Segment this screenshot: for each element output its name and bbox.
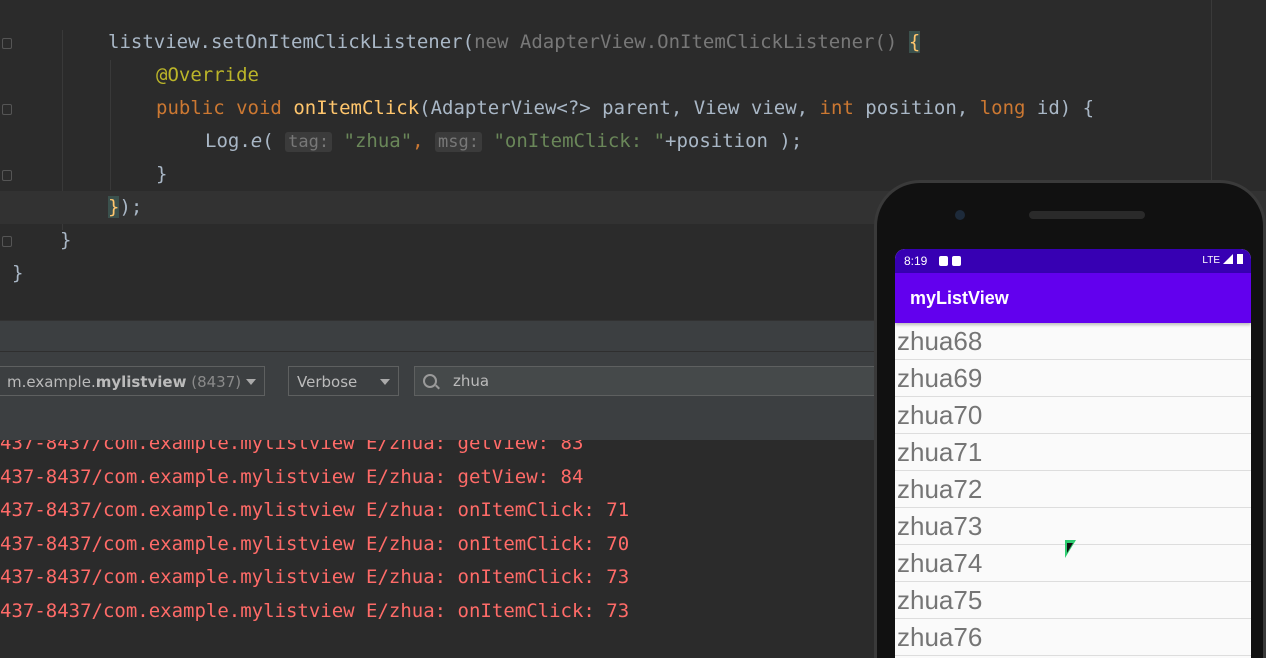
code-line: public void onItemClick(AdapterView<?> p… xyxy=(156,97,1095,119)
status-time: 8:19 xyxy=(904,254,928,268)
fold-marker-icon[interactable] xyxy=(2,38,12,49)
code-line: listview.setOnItemClickListener(new Adap… xyxy=(108,31,921,53)
list-item[interactable]: zhua76 xyxy=(895,619,1251,656)
param-hint-msg: msg: xyxy=(435,132,482,152)
code-line: @Override xyxy=(156,64,259,86)
fold-marker-icon[interactable] xyxy=(2,236,12,247)
log-level-select[interactable]: Verbose xyxy=(288,366,399,396)
app-bar-title: myListView xyxy=(895,273,1251,323)
code-line: } xyxy=(60,229,72,251)
log-line: 437-8437/com.example.mylistview E/zhua: … xyxy=(0,533,630,555)
list-item[interactable]: zhua68 xyxy=(895,323,1251,360)
emulator-phone: 8:19 LTE myListView zhua68 zhua69 zhua70… xyxy=(874,180,1266,658)
fold-marker-icon[interactable] xyxy=(2,104,12,115)
battery-icon xyxy=(1237,254,1243,264)
fold-marker-icon[interactable] xyxy=(2,170,12,181)
list-view[interactable]: zhua68 zhua69 zhua70 zhua71 zhua72 zhua7… xyxy=(895,323,1251,656)
log-line: 437-8437/com.example.mylistview E/zhua: … xyxy=(0,440,584,454)
code-line: } xyxy=(12,262,24,284)
notification-icon xyxy=(939,256,948,266)
code-line: } xyxy=(156,163,168,185)
status-bar: 8:19 LTE xyxy=(895,249,1251,273)
indent-guide xyxy=(110,60,111,190)
notification-icons xyxy=(939,255,965,269)
param-hint-tag: tag: xyxy=(285,132,333,152)
process-select[interactable]: m.example.mylistview (8437) xyxy=(0,366,265,396)
list-item[interactable]: zhua70 xyxy=(895,397,1251,434)
right-margin-guide xyxy=(1211,0,1212,200)
signal-icon xyxy=(1223,254,1233,264)
camera-icon xyxy=(955,210,965,220)
logcat-search-input[interactable]: zhua xyxy=(414,366,884,396)
log-line: 437-8437/com.example.mylistview E/zhua: … xyxy=(0,466,584,488)
list-item[interactable]: zhua72 xyxy=(895,471,1251,508)
log-line: 437-8437/com.example.mylistview E/zhua: … xyxy=(0,600,630,622)
list-item[interactable]: zhua69 xyxy=(895,360,1251,397)
list-item[interactable]: zhua75 xyxy=(895,582,1251,619)
logcat-output[interactable]: 437-8437/com.example.mylistview E/zhua: … xyxy=(0,440,880,658)
code-line: Log.e( tag: "zhua", msg: "onItemClick: "… xyxy=(205,130,803,152)
chevron-down-icon xyxy=(380,379,390,385)
log-line: 437-8437/com.example.mylistview E/zhua: … xyxy=(0,566,630,588)
list-item[interactable]: zhua71 xyxy=(895,434,1251,471)
search-icon xyxy=(423,374,437,388)
sd-card-icon xyxy=(952,256,961,266)
speaker-grille xyxy=(1029,211,1145,219)
mouse-pointer-icon xyxy=(1065,540,1076,558)
phone-screen: 8:19 LTE myListView zhua68 zhua69 zhua70… xyxy=(895,249,1251,658)
chevron-down-icon xyxy=(246,379,256,385)
network-type: LTE xyxy=(1202,255,1220,266)
log-line: 437-8437/com.example.mylistview E/zhua: … xyxy=(0,499,630,521)
